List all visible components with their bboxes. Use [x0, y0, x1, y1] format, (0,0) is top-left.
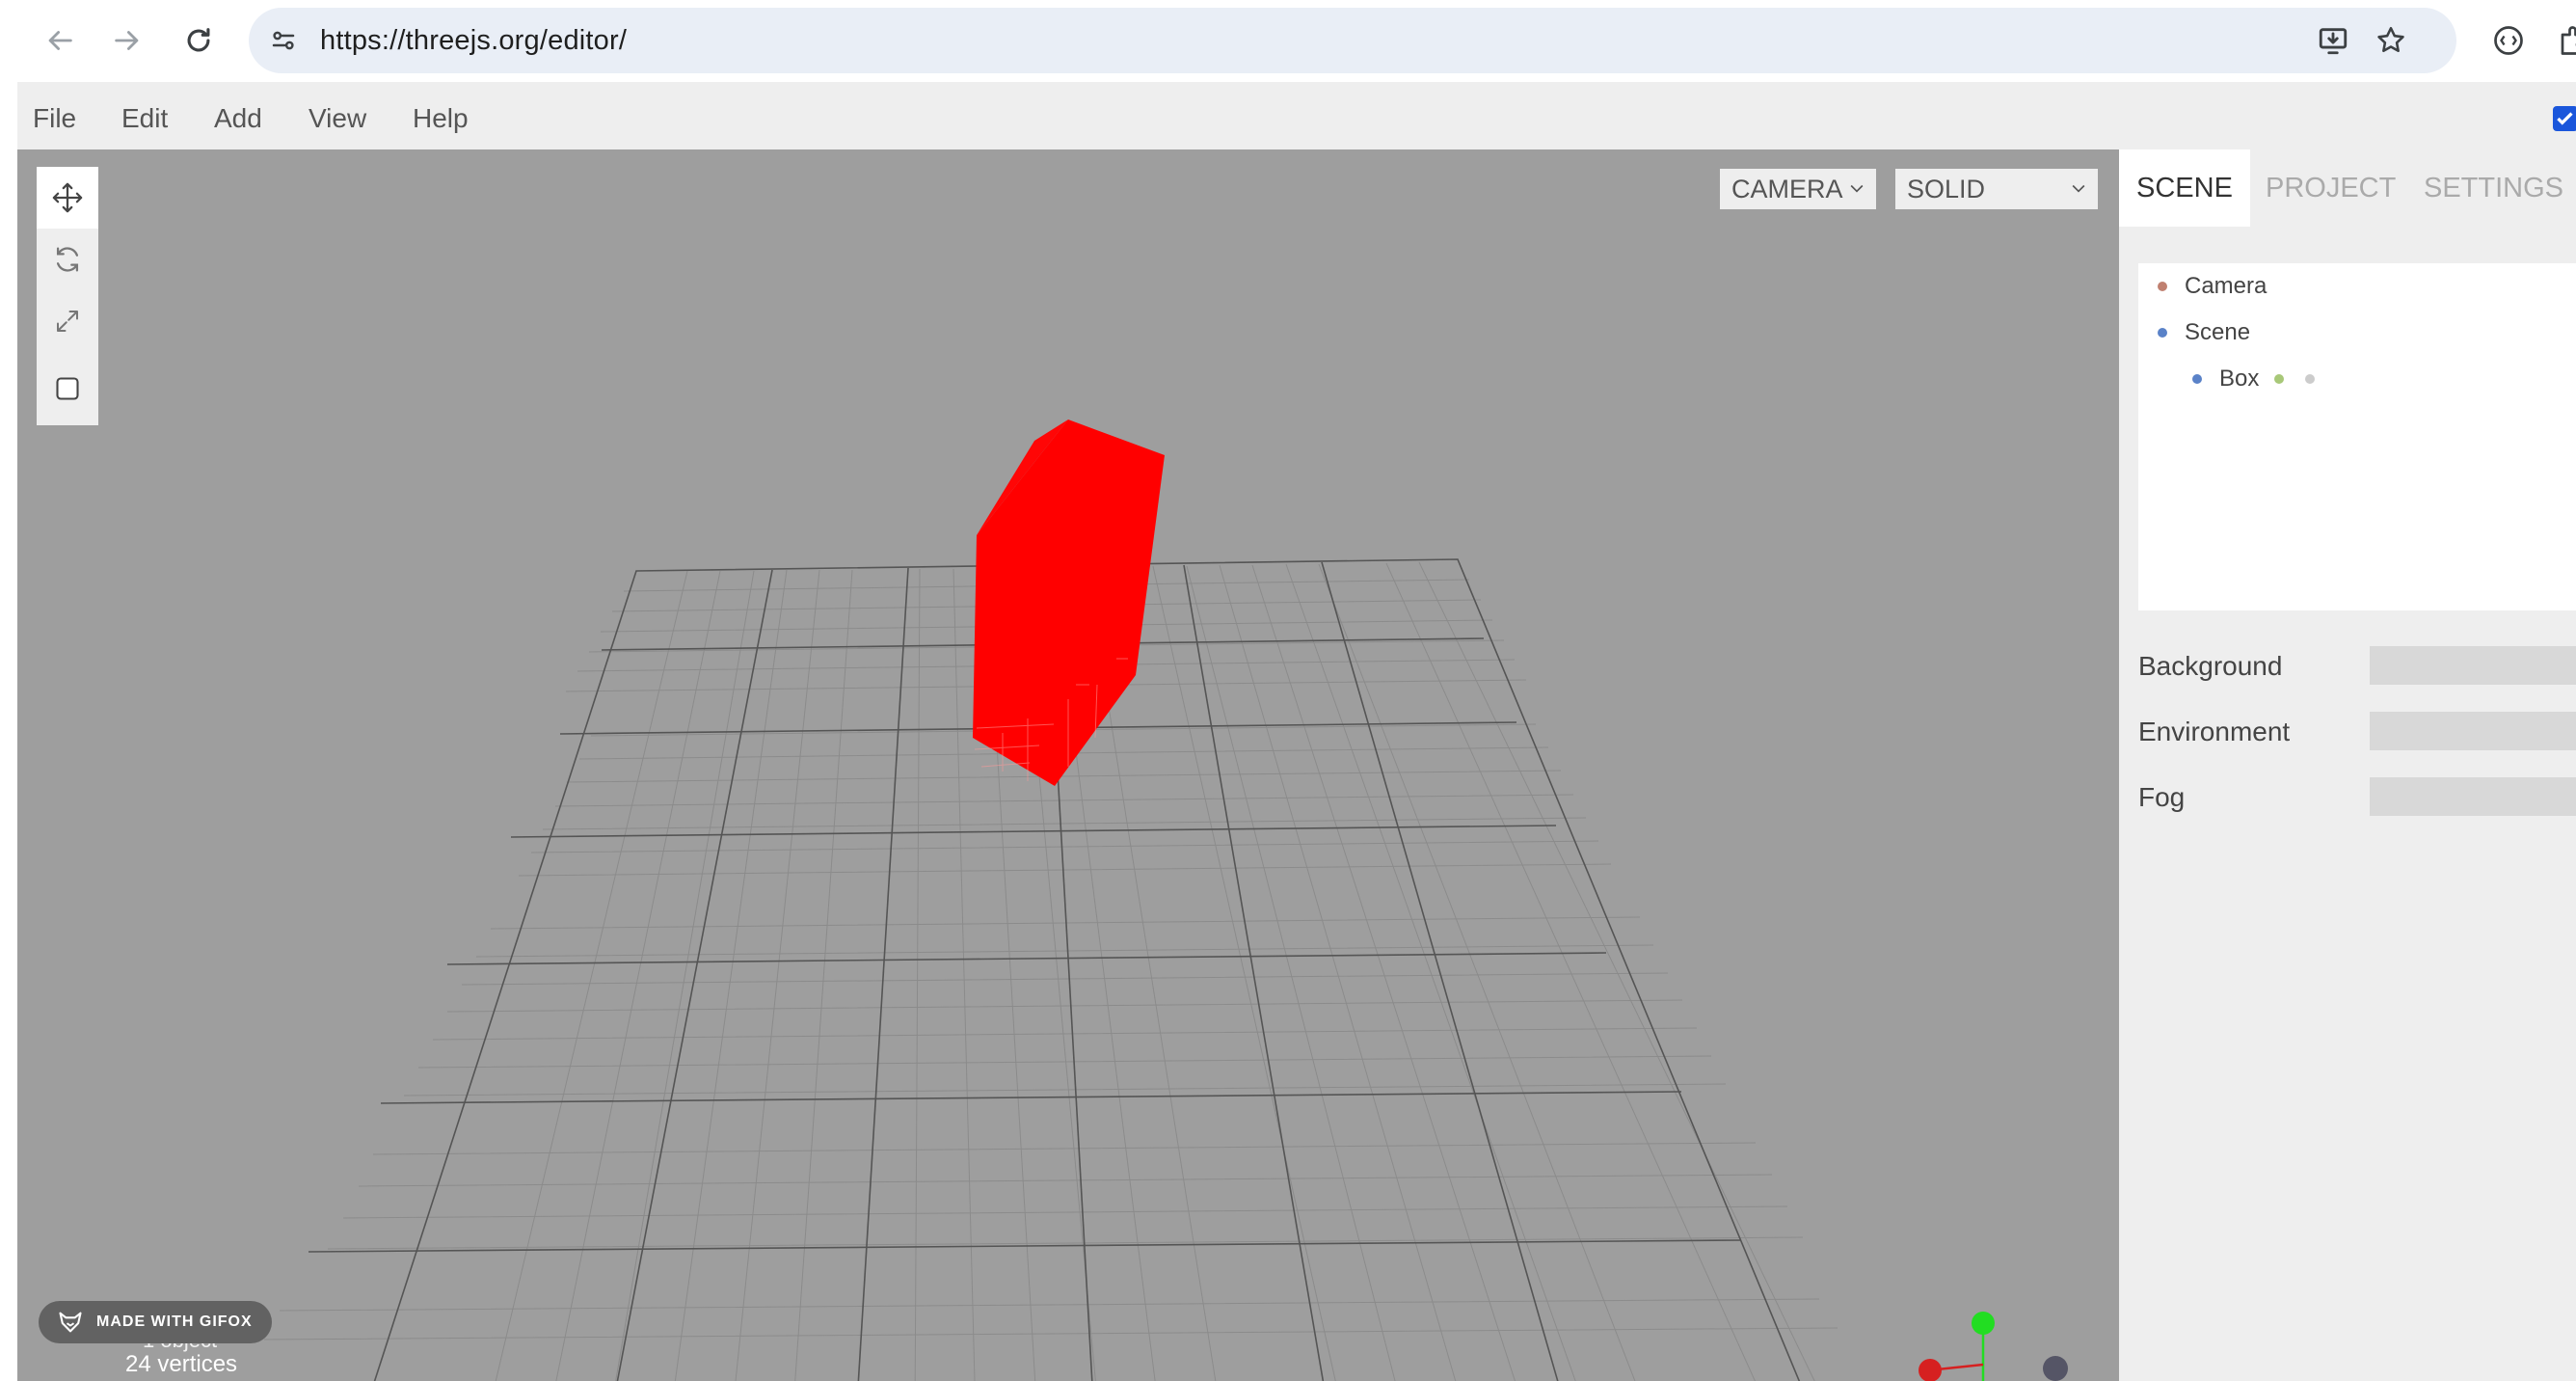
outliner-item-camera[interactable]: Camera [2158, 273, 2267, 300]
environment-select[interactable] [2370, 712, 2576, 750]
translate-button[interactable] [37, 167, 98, 229]
chevron-down-icon [2072, 184, 2085, 193]
shading-select[interactable]: SOLID [1895, 169, 2098, 209]
browser-toolbar: https://threejs.org/editor/ [0, 0, 2576, 82]
tab-settings-label: SETTINGS [2424, 172, 2564, 203]
outliner-item-label: Box [2219, 366, 2260, 392]
3d-viewport[interactable]: CAMERA SOLID 1 object 24 vertices MADE W… [17, 149, 2119, 1381]
url-text[interactable]: https://threejs.org/editor/ [320, 25, 627, 57]
tab-project-label: PROJECT [2266, 172, 2397, 203]
forward-button[interactable] [102, 15, 152, 66]
outliner-item-scene[interactable]: Scene [2158, 319, 2250, 346]
menu-edit[interactable]: Edit [121, 103, 168, 134]
mesh-type-dot [2192, 374, 2202, 384]
editor-menubar: File Edit Add View Help [17, 82, 2576, 149]
chevron-down-icon [1850, 184, 1864, 193]
address-bar[interactable]: https://threejs.org/editor/ [249, 8, 2456, 73]
menu-file[interactable]: File [33, 103, 76, 134]
gifox-text: MADE WITH GIFOX [96, 1313, 253, 1330]
scale-button[interactable] [37, 290, 98, 352]
box-mesh[interactable] [973, 420, 1165, 786]
extension-icon[interactable] [2553, 19, 2576, 62]
bookmark-star-icon[interactable] [2372, 21, 2410, 60]
sidebar-tabs: SCENE PROJECT SETTINGS [2119, 149, 2576, 227]
tab-settings[interactable]: SETTINGS [2406, 149, 2576, 227]
background-select[interactable] [2370, 646, 2576, 685]
scene-outliner[interactable]: Camera Scene Box [2138, 263, 2576, 610]
rotate-icon [56, 247, 79, 272]
fox-logo-icon [59, 1312, 82, 1333]
extension-icon[interactable] [2487, 19, 2530, 62]
camera-select-value: CAMERA [1731, 174, 1843, 203]
install-app-icon[interactable] [2314, 21, 2352, 60]
local-space-toggle[interactable] [37, 358, 98, 420]
shading-select-value: SOLID [1907, 174, 1986, 203]
viewport-canvas[interactable] [17, 149, 2119, 1381]
reload-button[interactable] [174, 15, 224, 66]
transform-toolbar [37, 167, 98, 425]
axis-gizmo[interactable] [1919, 1312, 2068, 1381]
back-button[interactable] [35, 15, 85, 66]
menu-add[interactable]: Add [214, 103, 262, 134]
scene-type-dot [2158, 328, 2167, 338]
outliner-item-label: Camera [2185, 273, 2267, 299]
tab-scene-label: SCENE [2136, 172, 2233, 203]
menu-help[interactable]: Help [413, 103, 469, 134]
tab-project[interactable]: PROJECT [2248, 149, 2413, 227]
move-icon [52, 182, 83, 213]
forward-arrow-icon [115, 31, 139, 50]
geometry-dot [2274, 374, 2285, 384]
scale-icon [57, 311, 78, 332]
outliner-item-box[interactable]: Box [2192, 366, 2316, 393]
sidebar-panel: SCENE PROJECT SETTINGS Camera Scene Box … [2119, 149, 2576, 1381]
gifox-watermark: MADE WITH GIFOX [39, 1301, 272, 1343]
menu-view[interactable]: View [309, 103, 366, 134]
page-gutter [0, 82, 17, 1381]
back-arrow-icon [48, 31, 72, 50]
environment-label: Environment [2138, 717, 2291, 746]
rotate-button[interactable] [37, 229, 98, 290]
camera-type-dot [2158, 282, 2167, 291]
info-vertices: 24 vertices [125, 1351, 238, 1377]
material-dot [2305, 374, 2316, 384]
site-info-icon[interactable] [264, 21, 303, 60]
outliner-item-label: Scene [2185, 319, 2251, 345]
background-label: Background [2138, 651, 2283, 681]
camera-select[interactable]: CAMERA [1720, 169, 1876, 209]
autosave-checkbox[interactable] [2553, 106, 2576, 131]
tab-scene[interactable]: SCENE [2119, 149, 2250, 227]
fog-label: Fog [2138, 782, 2186, 812]
reload-icon [187, 28, 210, 52]
fog-select[interactable] [2370, 777, 2576, 816]
local-space-checkbox [56, 377, 79, 400]
